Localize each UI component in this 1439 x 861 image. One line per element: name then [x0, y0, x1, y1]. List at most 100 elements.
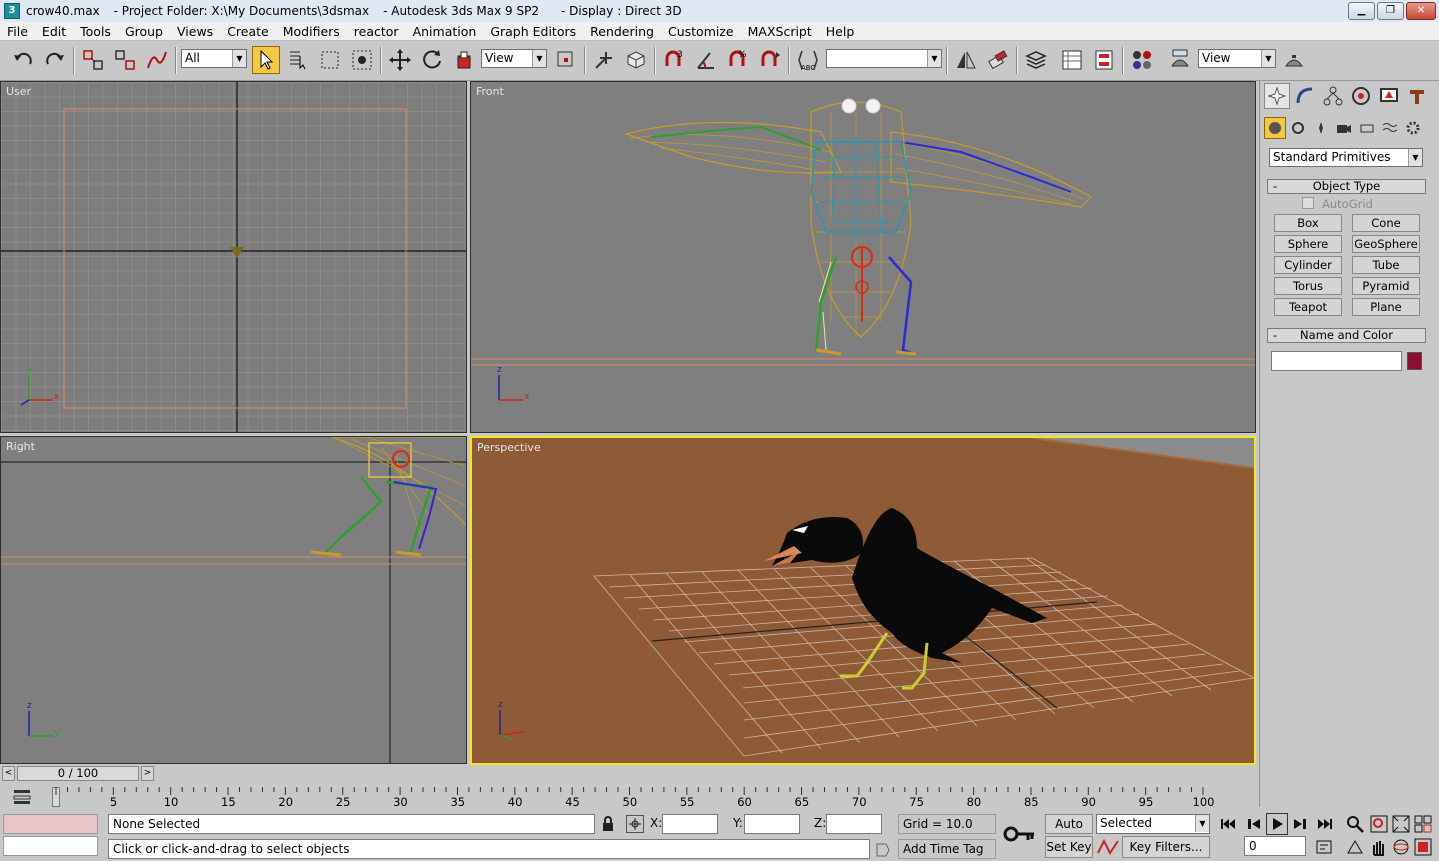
utilities-tab-icon[interactable]: [1404, 83, 1430, 109]
go-to-start-icon[interactable]: [1218, 814, 1238, 834]
close-button[interactable]: ✕: [1406, 2, 1436, 20]
select-and-manipulate-icon[interactable]: [590, 46, 618, 74]
z-coordinate-field[interactable]: [826, 814, 882, 834]
add-time-tag-button[interactable]: Add Time Tag: [898, 839, 996, 859]
y-coordinate-field[interactable]: [744, 814, 800, 834]
time-slider[interactable]: 0 / 100: [17, 766, 139, 781]
quick-render-icon[interactable]: [1280, 46, 1308, 74]
geometry-icon[interactable]: [1264, 117, 1286, 139]
mirror-icon[interactable]: [952, 46, 980, 74]
time-tag-icon[interactable]: [874, 841, 892, 859]
menu-tools[interactable]: Tools: [73, 22, 118, 41]
go-to-end-icon[interactable]: [1315, 814, 1335, 834]
menu-customize[interactable]: Customize: [661, 22, 741, 41]
cylinder-button[interactable]: Cylinder: [1274, 256, 1342, 274]
tube-button[interactable]: Tube: [1352, 256, 1420, 274]
menu-views[interactable]: Views: [170, 22, 220, 41]
pyramid-button[interactable]: Pyramid: [1352, 277, 1420, 295]
viewport-user[interactable]: User y x: [0, 81, 467, 433]
select-and-scale-icon[interactable]: [450, 46, 478, 74]
modify-tab-icon[interactable]: [1292, 83, 1318, 109]
bind-to-space-warp-icon[interactable]: [143, 46, 171, 74]
menu-file[interactable]: File: [0, 22, 35, 41]
material-editor-icon[interactable]: [1128, 46, 1156, 74]
menu-graph-editors[interactable]: Graph Editors: [483, 22, 583, 41]
select-object-icon[interactable]: [252, 46, 280, 74]
plane-button[interactable]: Plane: [1352, 298, 1420, 316]
geosphere-button[interactable]: GeoSphere: [1352, 235, 1420, 253]
menu-modifiers[interactable]: Modifiers: [276, 22, 347, 41]
category-dropdown[interactable]: Standard Primitives ▼: [1269, 148, 1423, 167]
play-icon[interactable]: [1266, 813, 1288, 835]
create-tab-icon[interactable]: [1264, 83, 1290, 109]
select-by-name-icon[interactable]: [284, 46, 312, 74]
object-color-swatch[interactable]: [1407, 352, 1422, 370]
maximize-viewport-icon[interactable]: [1413, 837, 1433, 857]
schematic-view-icon[interactable]: [1090, 46, 1118, 74]
maxscript-input-mini[interactable]: [3, 836, 98, 856]
menu-reactor[interactable]: reactor: [347, 22, 406, 41]
key-icon[interactable]: [1002, 821, 1038, 847]
torus-button[interactable]: Torus: [1274, 277, 1342, 295]
zoom-extents-icon[interactable]: [1391, 814, 1411, 834]
arc-rotate-icon[interactable]: [1391, 837, 1411, 857]
pan-view-icon[interactable]: [1369, 837, 1389, 857]
align-icon[interactable]: [984, 46, 1012, 74]
menu-rendering[interactable]: Rendering: [583, 22, 661, 41]
viewport-perspective[interactable]: Perspective z: [470, 436, 1256, 765]
lights-icon[interactable]: [1310, 117, 1332, 139]
current-frame-field[interactable]: 0: [1244, 836, 1306, 856]
menu-group[interactable]: Group: [118, 22, 170, 41]
restore-button[interactable]: ❐: [1377, 2, 1404, 20]
percent-snap-icon[interactable]: %: [724, 46, 752, 74]
undo-icon[interactable]: [9, 46, 37, 74]
render-scene-icon[interactable]: [1166, 46, 1194, 74]
name-and-color-rollout[interactable]: - Name and Color: [1267, 328, 1426, 343]
selection-filter-dropdown[interactable]: All ▼: [181, 49, 247, 68]
edit-named-selection-icon[interactable]: ABC: [794, 46, 822, 74]
x-coordinate-field[interactable]: [662, 814, 718, 834]
lock-icon[interactable]: [600, 816, 616, 832]
object-name-field[interactable]: [1271, 351, 1402, 371]
menu-edit[interactable]: Edit: [35, 22, 73, 41]
default-tangent-icon[interactable]: [1096, 837, 1120, 857]
curve-editor-icon[interactable]: [1058, 46, 1086, 74]
3ds-max-icon[interactable]: 3: [4, 3, 20, 19]
next-frame-icon[interactable]: [1290, 814, 1310, 834]
field-of-view-icon[interactable]: [1345, 837, 1365, 857]
systems-icon[interactable]: [1402, 117, 1424, 139]
chevron-left-icon[interactable]: <: [2, 766, 15, 781]
angle-snap-icon[interactable]: [692, 46, 720, 74]
render-preset-dropdown[interactable]: View ▼: [1198, 49, 1276, 68]
zoom-icon[interactable]: [1345, 814, 1365, 834]
unlink-selection-icon[interactable]: [111, 46, 139, 74]
window-crossing-icon[interactable]: [348, 46, 376, 74]
viewport-front[interactable]: Front z x: [470, 81, 1256, 433]
object-type-rollout[interactable]: - Object Type: [1267, 179, 1426, 194]
helpers-icon[interactable]: [1356, 117, 1378, 139]
keyboard-shortcut-override-icon[interactable]: [622, 46, 650, 74]
select-and-link-icon[interactable]: [79, 46, 107, 74]
chevron-right-icon[interactable]: >: [141, 766, 154, 781]
spinner-snap-icon[interactable]: [756, 46, 784, 74]
absolute-mode-icon[interactable]: [626, 815, 644, 833]
layer-manager-icon[interactable]: [1022, 46, 1050, 74]
teapot-button[interactable]: Teapot: [1274, 298, 1342, 316]
zoom-all-icon[interactable]: [1369, 814, 1389, 834]
menu-create[interactable]: Create: [220, 22, 276, 41]
pivot-center-icon[interactable]: [552, 46, 580, 74]
motion-tab-icon[interactable]: [1348, 83, 1374, 109]
viewport-right[interactable]: Right z y: [0, 436, 467, 764]
redo-icon[interactable]: [41, 46, 69, 74]
minimize-button[interactable]: ▁: [1348, 2, 1375, 20]
rectangular-selection-icon[interactable]: [316, 46, 344, 74]
named-selection-dropdown[interactable]: ▼: [826, 49, 942, 68]
select-and-move-icon[interactable]: [386, 46, 414, 74]
cone-button[interactable]: Cone: [1352, 214, 1420, 232]
hierarchy-tab-icon[interactable]: [1320, 83, 1346, 109]
box-button[interactable]: Box: [1274, 214, 1342, 232]
set-key-button[interactable]: Set Key: [1045, 836, 1093, 858]
snaps-toggle-icon[interactable]: 3: [660, 46, 688, 74]
reference-coordinate-dropdown[interactable]: View ▼: [481, 49, 547, 68]
zoom-extents-all-icon[interactable]: [1413, 814, 1433, 834]
